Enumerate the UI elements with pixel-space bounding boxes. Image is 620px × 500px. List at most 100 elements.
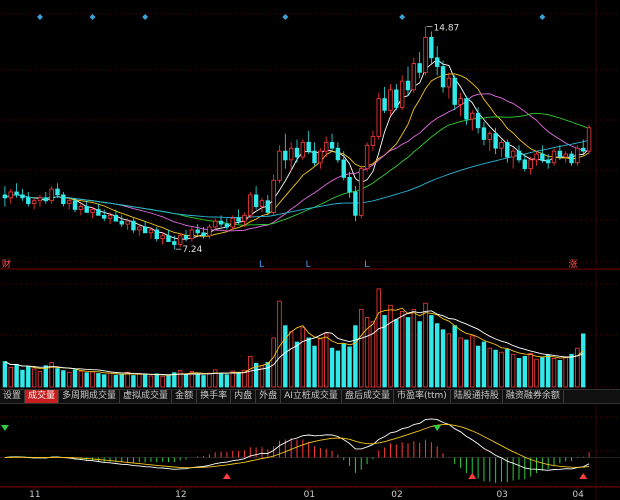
stock-chart[interactable]: 14.87 7.24 财 L L L 涨 11 12 01 02 03 04 (0, 0, 620, 500)
candle-body (557, 150, 563, 158)
candle-body (154, 229, 160, 240)
tab-12[interactable]: 融资融券余额 (503, 390, 564, 403)
candle-98 (575, 145, 580, 166)
candle-body (230, 217, 235, 228)
candle-body (14, 191, 19, 196)
candle-body (236, 217, 241, 222)
volume-bar-58 (341, 343, 346, 388)
volume-bar-33 (195, 374, 200, 388)
candle-body (487, 133, 492, 140)
volume-bar-68 (399, 310, 405, 388)
candle-body (505, 141, 510, 158)
candle-42 (248, 191, 253, 219)
candle-body (277, 150, 282, 181)
volume-bar-69 (405, 317, 411, 388)
candle-body (160, 235, 165, 240)
candle-body (417, 63, 422, 73)
candle-body (516, 150, 522, 161)
volume-bar-95 (557, 360, 563, 388)
candle-body (90, 209, 95, 213)
volume-bar-57 (335, 350, 341, 388)
candle-47 (277, 145, 282, 184)
candle-body (78, 206, 84, 210)
candle-body (84, 206, 89, 213)
tab-1[interactable]: 成交量 (25, 390, 60, 403)
tab-0[interactable]: 设置 (0, 390, 26, 403)
candle-body (107, 214, 113, 219)
volume-bar-71 (417, 321, 422, 388)
volume-bar-77 (452, 325, 457, 388)
volume-bar-25 (148, 375, 154, 388)
tab-4[interactable]: 金额 (172, 390, 198, 403)
candle-body (329, 141, 335, 149)
candle-94 (551, 148, 557, 166)
volume-bar-21 (125, 371, 130, 388)
candle-body (470, 112, 475, 120)
candle-8 (49, 186, 54, 204)
tab-7[interactable]: 外盘 (256, 390, 282, 403)
tab-11[interactable]: 陆股通持股 (451, 390, 503, 403)
volume-bar-17 (102, 374, 107, 388)
volume-bar-56 (329, 347, 335, 388)
volume-bar-80 (470, 335, 475, 388)
volume-bar-34 (201, 375, 206, 388)
candle-body (522, 159, 528, 170)
candle-body (294, 147, 300, 158)
tab-9[interactable]: 盘后成交量 (342, 390, 394, 403)
volume-bar-86 (505, 348, 510, 388)
candle-body (283, 150, 288, 161)
x-label-12: 12 (175, 490, 186, 500)
grid (0, 0, 620, 500)
volume-bar-1 (8, 366, 13, 388)
volume-bar-66 (388, 304, 393, 388)
candle-body (464, 98, 469, 120)
candle-body (66, 200, 72, 205)
volume-bar-19 (113, 374, 119, 388)
candle-body (323, 141, 329, 152)
volume-bar-82 (481, 341, 487, 388)
volume-bar-52 (306, 337, 311, 388)
candle-body (26, 197, 31, 205)
volume-bar-2 (14, 364, 19, 388)
volume-bar-53 (312, 345, 317, 388)
tab-3[interactable]: 虚拟成交量 (120, 390, 173, 403)
volume-bar-98 (575, 347, 580, 388)
candle-body (341, 159, 346, 178)
volume-bar-72 (423, 302, 428, 388)
volume-bar-28 (166, 374, 171, 388)
volume-bar-10 (61, 370, 66, 388)
tab-10[interactable]: 市盈率(ttm) (394, 390, 451, 403)
volume-bar-79 (464, 339, 469, 388)
candle-body (259, 200, 265, 207)
candle-body (399, 80, 405, 108)
candle-body (43, 197, 49, 202)
volume-bar-51 (300, 327, 306, 388)
volume-bar-11 (66, 371, 72, 388)
volume-bar-15 (90, 371, 95, 388)
volume-bar-88 (516, 357, 522, 388)
volume-bar-93 (545, 354, 551, 388)
candle-body (423, 36, 428, 73)
candle-body (376, 98, 381, 137)
signal-label-1: L (259, 260, 264, 270)
candle-body (359, 168, 364, 216)
tab-5[interactable]: 换手率 (197, 390, 232, 403)
candle-body (452, 77, 457, 105)
candle-body (440, 66, 446, 88)
candle-body (183, 235, 189, 240)
candle-100 (586, 124, 592, 155)
volume-bar-87 (510, 353, 516, 388)
candle-body (499, 141, 504, 149)
candle-body (411, 63, 417, 91)
candle-body (2, 194, 8, 199)
candle-51 (300, 139, 306, 160)
volume-bar-4 (26, 366, 31, 388)
tab-8[interactable]: AI立桩成交量 (281, 390, 342, 403)
volume-bar-37 (218, 373, 224, 388)
volume-bar-23 (137, 373, 142, 388)
candle-body (288, 147, 294, 161)
volume-bar-90 (528, 353, 533, 388)
tab-2[interactable]: 多周期成交量 (59, 390, 121, 403)
volume-bar-30 (177, 370, 183, 388)
tab-6[interactable]: 内盘 (231, 390, 257, 403)
